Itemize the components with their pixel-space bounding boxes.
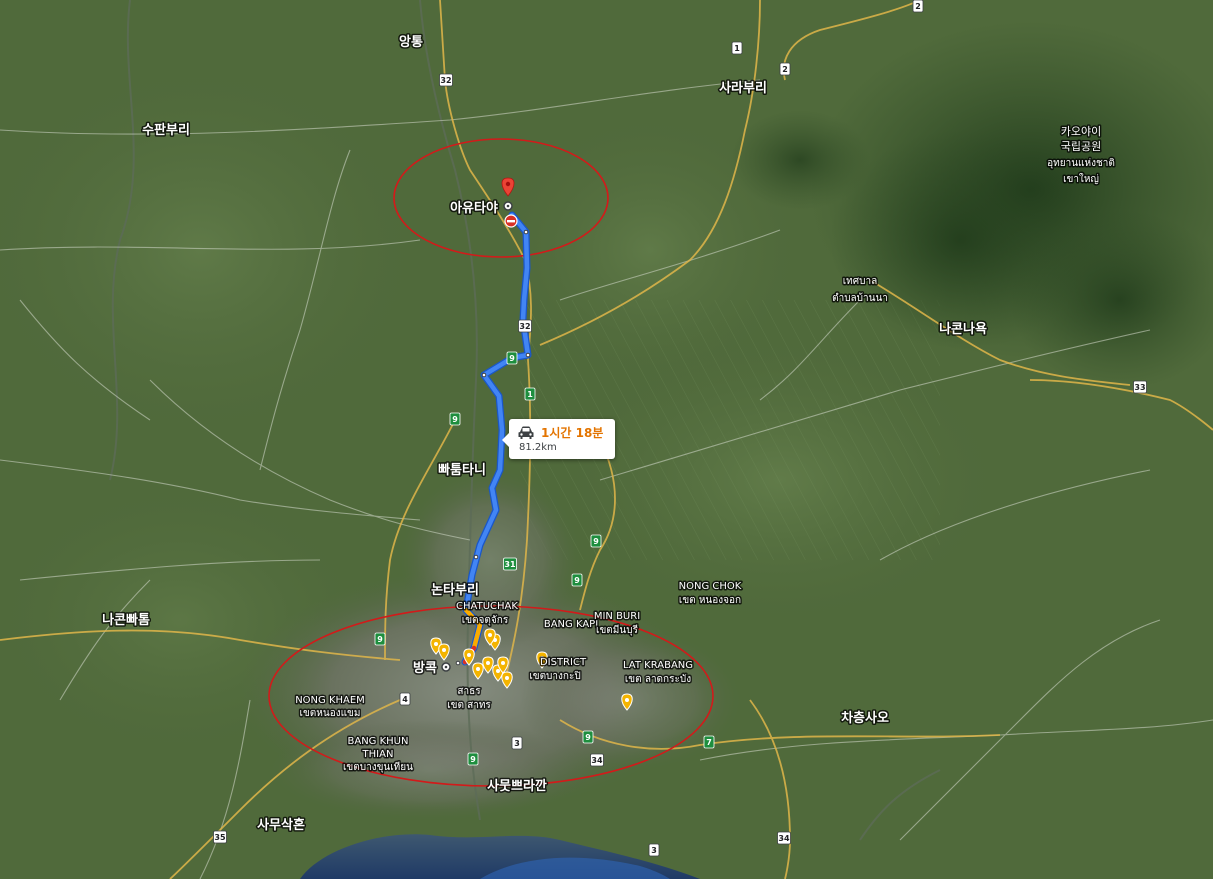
label-samut-sakhon: 사무삭혼 [257,817,305,833]
label-bang-kapi-2: DISTRICT [540,657,587,668]
highway-number: 9 [452,415,458,424]
highway-number: 9 [585,733,591,742]
highway-shield-32: 32 [439,73,453,87]
label-sathon-1: สาธร [457,686,481,697]
bangkok-place-dot[interactable] [441,662,451,672]
label-nong-khaem: NONG KHAEM [295,695,365,706]
label-lat-krabang-th: เขต ลาดกระบัง [625,674,691,685]
label-khao-yai-th-1: อุทยานแห่งชาติ [1047,158,1115,169]
label-min-buri-th: เขตมีนบุรี [596,624,639,636]
highway-shield-1: 1 [731,41,743,55]
route-distance: 81.2km [519,442,557,453]
highway-shield-9: 9 [449,412,461,426]
highway-number: 32 [440,76,451,85]
highway-number: 2 [782,65,788,74]
highway-number: 1 [734,44,740,53]
label-khao-yai-2: 국립공원 [1061,140,1101,153]
highway-number: 9 [574,576,580,585]
label-bang-khun-thian-1: BANG KHUN [348,736,409,747]
highway-shield-9: 9 [506,351,518,365]
highway-number: 35 [214,833,226,842]
highway-shield-2: 2 [779,62,791,76]
label-bang-kapi-1: BANG KAPI [544,619,598,630]
highway-shield-3: 3 [511,736,523,750]
highway-number: 3 [514,739,520,748]
label-suphanburi: 수판부리 [142,122,190,138]
label-min-buri: MIN BURI [594,611,640,622]
highway-shield-9: 9 [571,573,583,587]
highway-shield-32: 32 [518,319,532,333]
highway-shield-2: 2 [912,0,924,13]
label-chachoengsao: 차층사오 [841,710,889,726]
highway-number: 4 [402,695,408,704]
highway-shield-9: 9 [467,752,479,766]
highway-number: 31 [504,560,516,569]
label-nakhon-nayok: 나콘나욕 [939,321,987,337]
label-nakhon-pathom: 나콘빠톰 [102,612,150,628]
label-pathum-thani: 빠툼타니 [438,462,486,478]
highway-shield-7: 7 [703,735,715,749]
highway-shield-34: 34 [590,753,604,767]
no-entry-icon [504,214,518,228]
highway-number: 33 [1134,383,1145,392]
label-tesaban-2: ตำบลบ้านนา [832,292,888,304]
label-khao-yai-1: 카오야이 [1061,125,1101,138]
highway-shield-35: 35 [213,830,227,844]
label-bangkok[interactable]: 방콕 [412,659,439,678]
label-angthong: 앙통 [399,34,423,50]
highway-shield-3: 3 [648,843,660,857]
label-chatuchak: CHATUCHAK [456,601,518,612]
highway-number: 2 [915,2,921,11]
highway-shield-34: 34 [777,831,791,845]
route-duration: 1시간 18분 [541,426,604,440]
label-khao-yai-th-2: เขาใหญ่ [1063,173,1099,185]
label-bang-khun-thian-th: เขตบางขุนเทียน [343,761,413,773]
highway-number: 32 [519,322,530,331]
highway-shield-9: 9 [590,534,602,548]
label-bang-khun-thian-2: THIAN [362,749,394,760]
label-nonthaburi: 논타부리 [431,582,479,598]
label-saraburi: 사라부리 [719,80,767,96]
label-nong-khaem-th: เขตหนองแขม [300,708,361,719]
highway-shield-9: 9 [582,730,594,744]
highway-number: 34 [778,834,790,843]
label-sathon-2: เขต สาทร [447,700,491,711]
label-chatuchak-th: เขตจตุจักร [462,615,509,626]
highway-number: 3 [651,846,657,855]
highway-number: 7 [706,738,712,747]
label-nong-chok: NONG CHOK [679,581,742,592]
label-tesaban-1: เทศบาล [843,276,877,287]
highway-number: 1 [527,390,533,399]
highway-shield-1: 1 [524,387,536,401]
highway-number: 9 [377,635,383,644]
highway-shield-9: 9 [374,632,386,646]
car-icon [518,426,534,439]
highway-number: 9 [470,755,476,764]
label-lat-krabang: LAT KRABANG [623,660,693,671]
highway-shield-33: 33 [1133,380,1147,394]
label-samut-prakan: 사뭇쁘라깐 [487,778,547,794]
highway-number: 34 [591,756,603,765]
highway-number: 9 [593,537,599,546]
highway-number: 9 [509,354,515,363]
label-nong-chok-th: เขต หนองจอก [679,595,741,606]
highway-shield-31: 31 [503,557,517,571]
route-info-callout[interactable]: 1시간 18분 81.2km [502,419,615,459]
label-ayutthaya[interactable]: 아유타야 [449,199,500,218]
ayutthaya-place-dot[interactable] [503,201,513,211]
label-bang-kapi-th: เขตบางกะปิ [529,671,580,682]
highway-shield-4: 4 [399,692,411,706]
